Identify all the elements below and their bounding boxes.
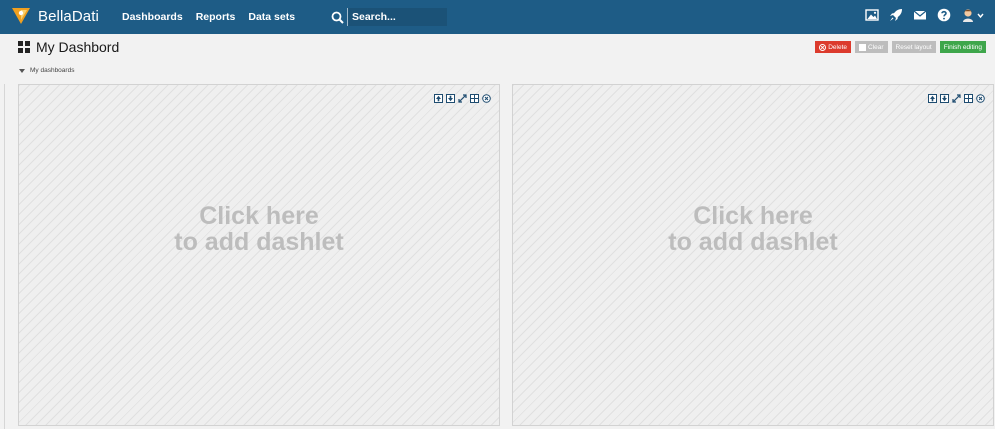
finish-editing-label: Finish editing xyxy=(943,43,982,51)
belladati-logo-icon xyxy=(12,8,30,24)
main-nav: Dashboards Reports Data sets xyxy=(122,11,295,23)
finish-editing-button[interactable]: Finish editing xyxy=(939,41,986,53)
remove-icon[interactable] xyxy=(976,94,985,103)
move-down-icon[interactable] xyxy=(940,94,949,103)
split-icon[interactable] xyxy=(470,94,479,103)
add-dashlet-line2: to add dashlet xyxy=(174,228,344,256)
panel-tools xyxy=(928,94,985,103)
help-icon[interactable] xyxy=(937,8,951,22)
dashlet-placeholder-left[interactable]: Click here to add dashlet xyxy=(18,84,500,426)
top-icons xyxy=(865,8,984,22)
clear-label: Clear xyxy=(868,43,884,51)
clear-icon xyxy=(859,43,866,51)
delete-button[interactable]: Delete xyxy=(815,41,851,53)
chevron-down-icon xyxy=(977,13,984,18)
move-up-icon[interactable] xyxy=(434,94,443,103)
user-menu[interactable] xyxy=(961,8,984,22)
section-label: My dashboards xyxy=(30,67,75,74)
add-dashlet-line2: to add dashlet xyxy=(668,228,838,256)
search-box xyxy=(331,8,447,26)
remove-icon[interactable] xyxy=(482,94,491,103)
resize-icon[interactable] xyxy=(458,94,467,103)
resize-icon[interactable] xyxy=(952,94,961,103)
divider xyxy=(4,84,5,429)
dashboard-grid-icon xyxy=(18,41,30,53)
user-avatar-icon xyxy=(963,9,973,22)
app-name: BellaDati xyxy=(38,7,99,25)
move-up-icon[interactable] xyxy=(928,94,937,103)
app-logo[interactable]: BellaDati xyxy=(10,6,99,26)
add-dashlet-line1: Click here xyxy=(199,202,319,230)
search-input[interactable] xyxy=(347,8,447,26)
rocket-icon[interactable] xyxy=(889,8,903,22)
mail-icon[interactable] xyxy=(913,8,927,22)
page-title-text: My Dashbord xyxy=(36,39,120,55)
my-dashboards-toggle[interactable]: My dashboards xyxy=(19,67,74,74)
delete-icon xyxy=(819,43,827,51)
reset-layout-label: Reset layout xyxy=(895,43,932,51)
clear-button[interactable]: Clear xyxy=(855,41,888,53)
nav-dashboards[interactable]: Dashboards xyxy=(122,11,183,23)
top-navigation-bar: BellaDati Dashboards Reports Data sets xyxy=(0,0,995,34)
nav-data-sets[interactable]: Data sets xyxy=(248,11,295,23)
move-down-icon[interactable] xyxy=(446,94,455,103)
nav-reports[interactable]: Reports xyxy=(196,11,236,23)
add-dashlet-line1: Click here xyxy=(693,202,813,230)
add-dashlet-text: Click here to add dashlet xyxy=(19,203,499,255)
image-icon[interactable] xyxy=(865,8,879,22)
caret-down-icon xyxy=(19,68,25,73)
add-dashlet-text: Click here to add dashlet xyxy=(513,203,993,255)
split-icon[interactable] xyxy=(964,94,973,103)
reset-layout-button[interactable]: Reset layout xyxy=(891,41,936,53)
search-icon[interactable] xyxy=(331,11,344,24)
dashlet-placeholder-right[interactable]: Click here to add dashlet xyxy=(512,84,994,426)
delete-label: Delete xyxy=(828,43,847,51)
dashboard-actions: Delete Clear Reset layout Finish editing xyxy=(815,41,986,53)
page-title: My Dashbord xyxy=(18,39,119,55)
panel-tools xyxy=(434,94,491,103)
